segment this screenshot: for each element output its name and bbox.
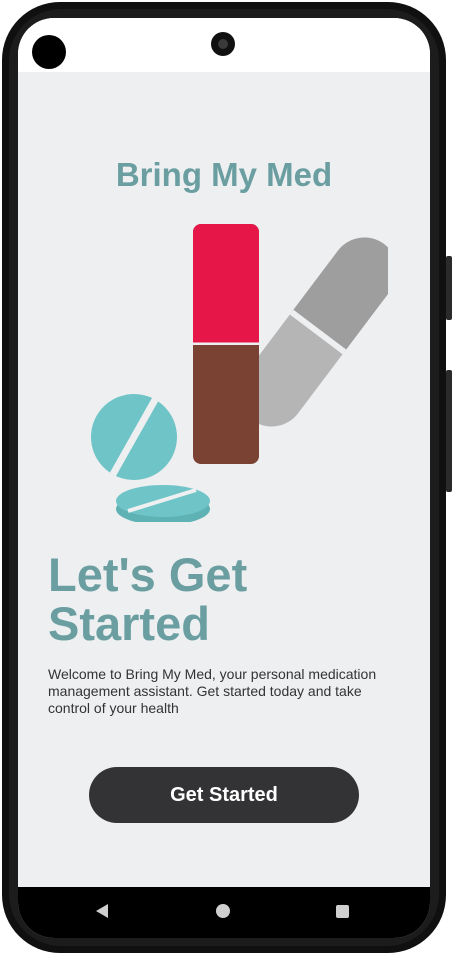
system-nav-bar xyxy=(18,887,430,938)
flat-tablet-icon xyxy=(116,485,210,522)
home-circle-icon[interactable] xyxy=(216,904,230,918)
app-title: Bring My Med xyxy=(115,156,333,193)
medication-pills-illustration xyxy=(91,224,388,522)
welcome-description: Welcome to Bring My Med, your personal m… xyxy=(48,666,377,716)
phone-screen: Bring My Med Let's Get Started Welcome t… xyxy=(18,18,430,938)
camera-cutout-icon xyxy=(32,35,66,69)
front-camera-icon xyxy=(211,32,235,56)
headline-line-1: Let's Get xyxy=(48,548,248,601)
get-started-button[interactable]: Get Started xyxy=(89,767,359,823)
power-button xyxy=(446,370,452,492)
red-capsule-icon xyxy=(193,224,259,464)
onboarding-screen: Bring My Med Let's Get Started Welcome t… xyxy=(18,72,430,887)
recents-square-icon[interactable] xyxy=(336,905,349,918)
status-bar xyxy=(18,18,430,72)
back-triangle-icon[interactable] xyxy=(96,904,108,918)
headline-line-2: Started xyxy=(48,597,210,650)
headline: Let's Get Started xyxy=(48,550,408,648)
round-tablet-icon xyxy=(91,394,177,480)
volume-button xyxy=(446,256,452,320)
phone-device: Bring My Med Let's Get Started Welcome t… xyxy=(0,0,452,957)
